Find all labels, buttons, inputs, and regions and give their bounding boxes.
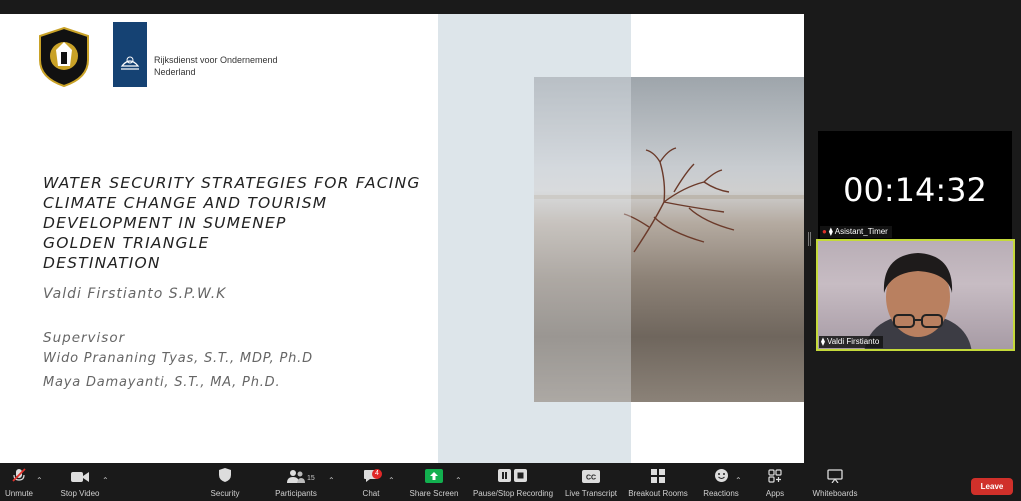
supervisor-1: Wido Prananing Tyas, S.T., MDP, Ph.D: [43, 351, 313, 366]
participant-name-tag: ● ⧫ Asistant_Timer: [820, 226, 892, 238]
share-screen-button[interactable]: Share Screen: [408, 463, 460, 501]
timer-display: 00:14:32: [843, 171, 987, 209]
stop-video-button[interactable]: Stop Video: [58, 463, 102, 501]
participant-video-self[interactable]: [816, 239, 1015, 351]
participant-video-timer[interactable]: 00:14:32: [818, 131, 1012, 239]
title-line: DEVELOPMENT IN SUMENEP: [43, 214, 287, 232]
pin-icon: ⧫: [821, 337, 825, 346]
audio-options-caret[interactable]: ⌃: [36, 476, 43, 485]
pause-stop-recording-button[interactable]: Pause/Stop Recording: [471, 463, 555, 501]
live-transcript-label: Live Transcript: [564, 489, 618, 498]
closed-caption-icon: CC: [582, 463, 600, 485]
slide-photo: [534, 77, 804, 402]
breakout-rooms-icon: [651, 463, 665, 485]
stop-video-label: Stop Video: [60, 489, 100, 498]
chat-label: Chat: [362, 489, 380, 498]
supervisor-2: Maya Damayanti, S.T., MA, Ph.D.: [43, 375, 281, 390]
unmute-label: Unmute: [4, 489, 33, 498]
participants-count: 15: [307, 475, 315, 482]
whiteboard-icon: [827, 463, 843, 485]
recording-controls-icon: [498, 463, 528, 485]
supervisor-label: Supervisor: [43, 330, 126, 346]
university-logo: [36, 26, 92, 88]
security-label: Security: [210, 489, 240, 498]
zoom-meeting-window: Rijksdienst voor Ondernemend Nederland W…: [0, 0, 1021, 501]
meeting-toolbar: Unmute ⌃ Stop Video ⌃ Security Participa…: [0, 463, 1021, 501]
photo-overlay: [534, 77, 631, 402]
muted-mic-icon: ●: [822, 227, 827, 236]
title-line: DESTINATION: [43, 254, 161, 272]
smiley-icon: [714, 463, 729, 485]
title-line: WATER SECURITY STRATEGIES FOR FACING: [43, 174, 421, 192]
participants-label: Participants: [275, 489, 317, 498]
title-line: GOLDEN TRIANGLE: [43, 234, 210, 252]
reactions-options-caret[interactable]: ⌃: [735, 476, 742, 485]
org-name-line1: Rijksdienst voor Ondernemend: [154, 55, 278, 65]
svg-text:CC: CC: [586, 475, 596, 482]
breakout-rooms-button[interactable]: Breakout Rooms: [627, 463, 689, 501]
chat-button[interactable]: Chat: [356, 463, 386, 501]
participant-name: Valdi Firstianto: [826, 337, 880, 346]
participants-options-caret[interactable]: ⌃: [328, 476, 335, 485]
whiteboards-button[interactable]: Whiteboards: [808, 463, 862, 501]
participant-name: Asistant_Timer: [834, 227, 888, 236]
apps-icon: [768, 463, 782, 485]
video-options-caret[interactable]: ⌃: [102, 476, 109, 485]
share-screen-label: Share Screen: [409, 489, 459, 498]
participants-button[interactable]: Participants: [272, 463, 320, 501]
leave-button[interactable]: Leave: [971, 478, 1013, 495]
whiteboards-label: Whiteboards: [812, 489, 858, 498]
participants-icon: [286, 463, 306, 485]
panel-resize-handle[interactable]: [808, 232, 811, 246]
breakout-rooms-label: Breakout Rooms: [628, 489, 688, 498]
chat-unread-badge: 4: [372, 469, 382, 479]
slide-title: WATER SECURITY STRATEGIES FOR FACING CLI…: [43, 173, 433, 273]
shield-icon: [218, 463, 232, 485]
recording-label: Pause/Stop Recording: [472, 489, 554, 498]
share-options-caret[interactable]: ⌃: [455, 476, 462, 485]
pin-icon: ⧫: [828, 227, 833, 236]
rvo-logo: [113, 22, 147, 87]
shared-screen-slide: Rijksdienst voor Ondernemend Nederland W…: [0, 14, 804, 463]
live-transcript-button[interactable]: CC Live Transcript: [563, 463, 619, 501]
slide-author: Valdi Firstianto S.P.W.K: [43, 286, 227, 302]
apps-label: Apps: [765, 489, 785, 498]
rvo-org-name: Rijksdienst voor Ondernemend Nederland: [154, 54, 278, 78]
reactions-label: Reactions: [703, 489, 739, 498]
title-line: CLIMATE CHANGE AND TOURISM: [43, 194, 328, 212]
share-screen-icon: [425, 463, 443, 485]
unmute-button[interactable]: Unmute: [2, 463, 36, 501]
participant-name-tag: ⧫ Valdi Firstianto: [819, 336, 884, 348]
chat-options-caret[interactable]: ⌃: [388, 476, 395, 485]
security-button[interactable]: Security: [206, 463, 244, 501]
video-camera-icon: [71, 463, 89, 485]
org-name-line2: Nederland: [154, 67, 196, 77]
apps-button[interactable]: Apps: [762, 463, 788, 501]
muted-mic-icon: [11, 463, 27, 485]
